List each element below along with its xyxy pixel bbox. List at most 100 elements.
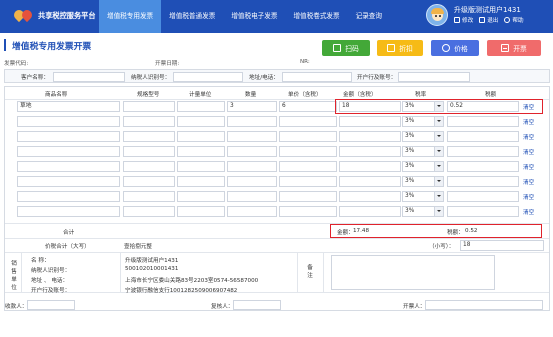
item-name-input[interactable]: 草地 [17,101,120,112]
clear-row-link[interactable]: 清空 [523,148,534,156]
col-header-name: 商品名称 [45,92,68,98]
item-unit-input[interactable] [177,131,225,142]
item-qty-input[interactable] [227,146,277,157]
buyer-bank-input[interactable] [398,71,470,82]
item-amount-input[interactable] [339,131,401,142]
item-tax-input[interactable] [447,191,519,202]
item-name-input[interactable] [17,131,120,142]
item-amount-input[interactable] [339,161,401,172]
item-amount-input[interactable] [339,206,401,217]
clear-row-link[interactable]: 清空 [523,163,534,171]
item-spec-input[interactable] [123,161,175,172]
item-spec-input[interactable] [123,101,175,112]
avatar [426,4,448,26]
item-qty-input[interactable]: 3 [227,101,277,112]
buyer-taxid-input[interactable] [173,71,243,82]
total-label: 合计 [63,230,75,236]
item-tax-input[interactable] [447,116,519,127]
item-spec-input[interactable] [123,131,175,142]
item-name-input[interactable] [17,146,120,157]
item-unit-input[interactable] [177,146,225,157]
item-unit-input[interactable] [177,206,225,217]
item-unit-input[interactable] [177,116,225,127]
tab-electronic-vat[interactable]: 增值税电子发票 [223,0,285,33]
logout-button[interactable]: 退出 [479,16,498,24]
discount-button[interactable]: 折扣 [377,40,423,56]
item-price-input[interactable] [279,176,337,187]
col-header-qty: 数量 [245,92,257,98]
item-price-input[interactable] [279,131,337,142]
tax-rate-select[interactable]: 3% [402,116,444,127]
tab-records[interactable]: 记录查询 [348,0,390,33]
clear-row-link[interactable]: 清空 [523,118,534,126]
item-amount-input[interactable] [339,176,401,187]
item-qty-input[interactable] [227,176,277,187]
tax-rate-select[interactable]: 3% [402,146,444,157]
item-spec-input[interactable] [123,191,175,202]
item-name-input[interactable] [17,161,120,172]
item-qty-input[interactable] [227,191,277,202]
tab-special-vat[interactable]: 增值税专用发票 [99,0,162,33]
price-button[interactable]: 价格 [431,40,479,56]
item-unit-input[interactable] [177,161,225,172]
item-name-input[interactable] [17,116,120,127]
item-price-input[interactable] [279,146,337,157]
item-spec-input[interactable] [123,176,175,187]
tax-rate-select[interactable]: 3% [402,176,444,187]
tab-general-vat[interactable]: 增值税普通发票 [161,0,223,33]
tax-rate-select[interactable]: 3% [402,206,444,217]
tax-rate-value: 3% [405,193,415,199]
item-tax-input[interactable] [447,131,519,142]
clear-row-link[interactable]: 清空 [523,193,534,201]
first-row-highlight [335,99,543,114]
seller-taxid-label: 纳税人识别号： [31,268,71,274]
item-name-input[interactable] [17,191,120,202]
item-price-input[interactable] [279,191,337,202]
tax-rate-select[interactable]: 3% [402,161,444,172]
item-qty-input[interactable] [227,206,277,217]
item-amount-input[interactable] [339,116,401,127]
item-tax-input[interactable] [447,146,519,157]
buyer-name-input[interactable] [53,71,125,82]
scan-button[interactable]: 扫码 [322,40,370,56]
item-qty-input[interactable] [227,116,277,127]
item-amount-input[interactable] [339,191,401,202]
item-qty-input[interactable] [227,131,277,142]
item-price-input[interactable] [279,206,337,217]
item-name-input[interactable] [17,206,120,217]
item-tax-input[interactable] [447,206,519,217]
brand-logo-icon [11,7,35,23]
item-unit-input[interactable] [177,191,225,202]
clear-row-link[interactable]: 清空 [523,178,534,186]
issue-button[interactable]: 开票 [487,40,541,56]
item-spec-input[interactable] [123,206,175,217]
tax-rate-select[interactable]: 3% [402,191,444,202]
item-price-input[interactable] [279,116,337,127]
remarks-input[interactable] [331,255,495,290]
col-header-tax: 税额 [485,92,497,98]
item-unit-input[interactable] [177,101,225,112]
item-tax-input[interactable] [447,176,519,187]
grand-total-words: 壹拾捌元整 [124,244,152,250]
item-amount-input[interactable] [339,146,401,157]
item-unit-input[interactable] [177,176,225,187]
item-tax-input[interactable] [447,161,519,172]
payee-input[interactable] [27,300,75,310]
tab-roll-vat[interactable]: 增值税卷式发票 [285,0,347,33]
buyer-address-input[interactable] [282,71,352,82]
main-nav: 增值税专用发票 增值税普通发票 增值税电子发票 增值税卷式发票 记录查询 [99,0,390,33]
item-price-input[interactable]: 6 [279,101,337,112]
tax-rate-select[interactable]: 3% [402,131,444,142]
clear-row-link[interactable]: 清空 [523,133,534,141]
drawer-input[interactable] [425,300,543,310]
help-button[interactable]: 帮助 [504,16,524,24]
seller-address-label: 地址 、 电话： [31,278,69,284]
item-spec-input[interactable] [123,146,175,157]
edit-button[interactable]: 修改 [454,16,473,24]
item-qty-input[interactable] [227,161,277,172]
clear-row-link[interactable]: 清空 [523,208,534,216]
item-price-input[interactable] [279,161,337,172]
item-name-input[interactable] [17,176,120,187]
reviewer-input[interactable] [233,300,281,310]
item-spec-input[interactable] [123,116,175,127]
